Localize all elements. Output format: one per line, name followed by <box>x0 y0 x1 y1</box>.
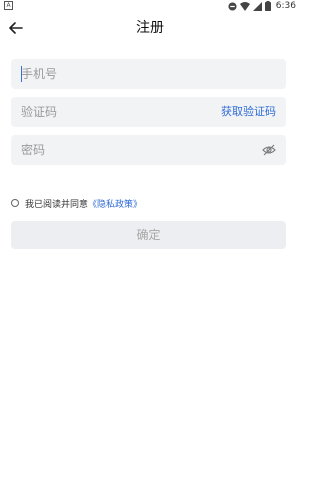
dnd-icon <box>228 1 237 11</box>
password-input[interactable] <box>11 135 286 165</box>
agreement-radio[interactable] <box>11 199 19 207</box>
confirm-button[interactable]: 确定 <box>11 221 286 249</box>
eye-off-icon[interactable] <box>262 143 276 157</box>
arrow-left-icon <box>9 22 23 34</box>
verification-code-field[interactable]: 获取验证码 <box>11 97 286 127</box>
get-code-button[interactable]: 获取验证码 <box>221 97 276 127</box>
notification-a-icon: A <box>4 1 13 10</box>
app-bar: 注册 <box>0 12 300 44</box>
agreement-row: 我已阅读并同意 《隐私政策》 <box>11 197 142 210</box>
page-title: 注册 <box>136 20 164 36</box>
battery-icon <box>264 1 271 11</box>
phone-input[interactable] <box>11 59 286 89</box>
text-caret <box>21 66 22 82</box>
wifi-icon <box>239 1 250 11</box>
back-button[interactable] <box>6 19 26 37</box>
privacy-policy-link[interactable]: 《隐私政策》 <box>88 197 142 210</box>
password-field[interactable] <box>11 135 286 165</box>
status-time: 6:36 <box>275 1 296 11</box>
status-bar: A 6:36 <box>0 0 300 12</box>
signal-icon <box>252 1 262 11</box>
status-icons: 6:36 <box>228 0 296 12</box>
phone-field[interactable] <box>11 59 286 89</box>
agreement-text: 我已阅读并同意 <box>25 199 89 210</box>
